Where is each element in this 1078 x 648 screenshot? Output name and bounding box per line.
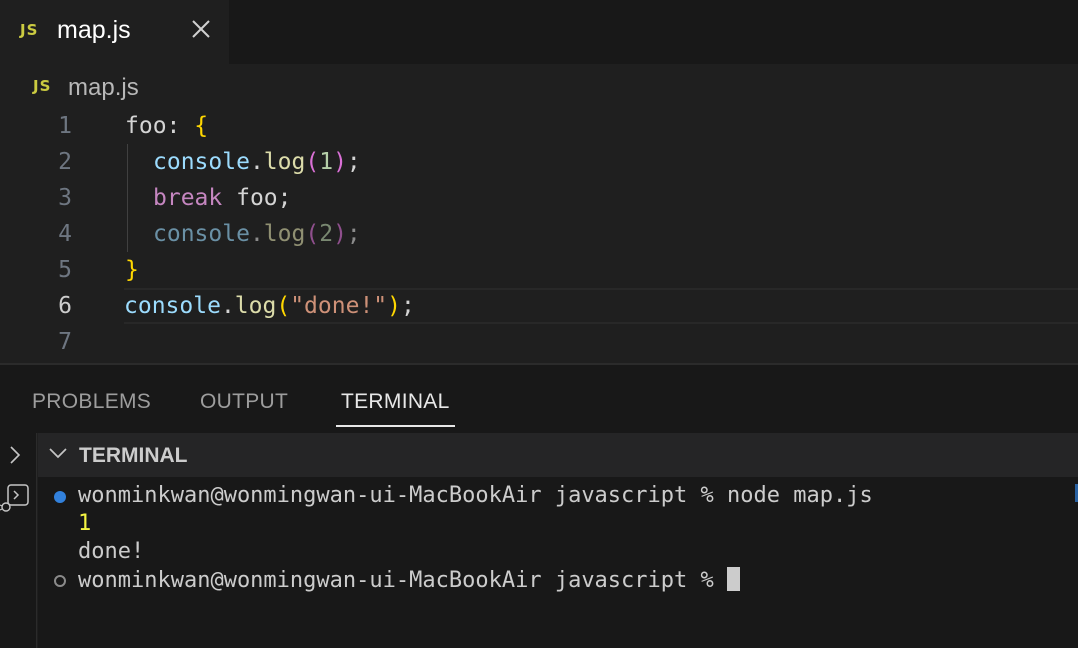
line-number: 3 [58, 185, 72, 211]
breadcrumb-item-file[interactable]: map.js [68, 74, 139, 102]
terminal-section-title: TERMINAL [79, 444, 188, 467]
line-number: 2 [58, 149, 72, 175]
terminal-cursor [727, 567, 741, 591]
code-line[interactable]: 4 console.log(2); [0, 216, 1078, 252]
tab-problems[interactable]: PROBLEMS [32, 390, 151, 414]
command-pending-decoration[interactable] [54, 575, 66, 587]
panel-tab-bar: PROBLEMS OUTPUT TERMINAL [0, 365, 1078, 433]
code-text-unreachable: console.log(2); [153, 221, 361, 247]
line-number-active: 6 [58, 293, 72, 319]
code-editor[interactable]: 1 foo: { 2 console.log(1); 3 break foo; … [0, 108, 1078, 362]
code-line[interactable]: 5 } [0, 252, 1078, 288]
code-line[interactable]: 1 foo: { [0, 108, 1078, 144]
breadcrumb: JS map.js [0, 66, 1078, 106]
code-line[interactable]: 3 break foo; [0, 180, 1078, 216]
terminal-prompt: wonminkwan@wonmingwan-ui-MacBookAir java… [78, 568, 728, 593]
tab-label: map.js [57, 16, 131, 44]
terminal-line: wonminkwan@wonmingwan-ui-MacBookAir java… [78, 483, 873, 508]
code-text: break foo; [153, 185, 292, 211]
terminal-side-strip [0, 433, 37, 648]
line-number: 7 [58, 329, 72, 355]
line-number: 5 [58, 257, 72, 283]
editor-tab-bar: JS map.js [0, 0, 1078, 64]
tab-map-js[interactable]: JS map.js [0, 0, 229, 64]
js-file-icon: JS [33, 77, 52, 95]
code-line[interactable]: 7 [0, 324, 1078, 360]
terminal-prompt-line: wonminkwan@wonmingwan-ui-MacBookAir java… [78, 567, 741, 593]
close-icon[interactable] [190, 18, 212, 40]
chevron-down-icon[interactable] [48, 446, 68, 465]
tab-output[interactable]: OUTPUT [200, 390, 288, 414]
terminal-debug-icon[interactable] [0, 483, 30, 518]
line-number: 4 [58, 221, 72, 247]
js-file-icon: JS [20, 21, 39, 39]
command-success-decoration[interactable] [54, 491, 66, 503]
active-tab-indicator [336, 425, 455, 427]
terminal-section-header[interactable]: TERMINAL [38, 433, 1078, 477]
code-line[interactable]: 2 console.log(1); [0, 144, 1078, 180]
code-text: foo: { [125, 113, 209, 139]
tab-terminal[interactable]: TERMINAL [341, 390, 450, 414]
line-number: 1 [58, 113, 72, 139]
terminal-line: done! [78, 539, 145, 564]
code-text: console.log(1); [153, 149, 361, 175]
code-text: console.log("done!"); [124, 293, 415, 319]
terminal-line: 1 [78, 511, 92, 536]
code-line-current[interactable]: 6 console.log("done!"); [58, 288, 1078, 324]
chevron-right-icon[interactable] [7, 445, 23, 470]
code-text: } [125, 257, 139, 283]
terminal-output[interactable]: wonminkwan@wonmingwan-ui-MacBookAir java… [38, 477, 1078, 648]
